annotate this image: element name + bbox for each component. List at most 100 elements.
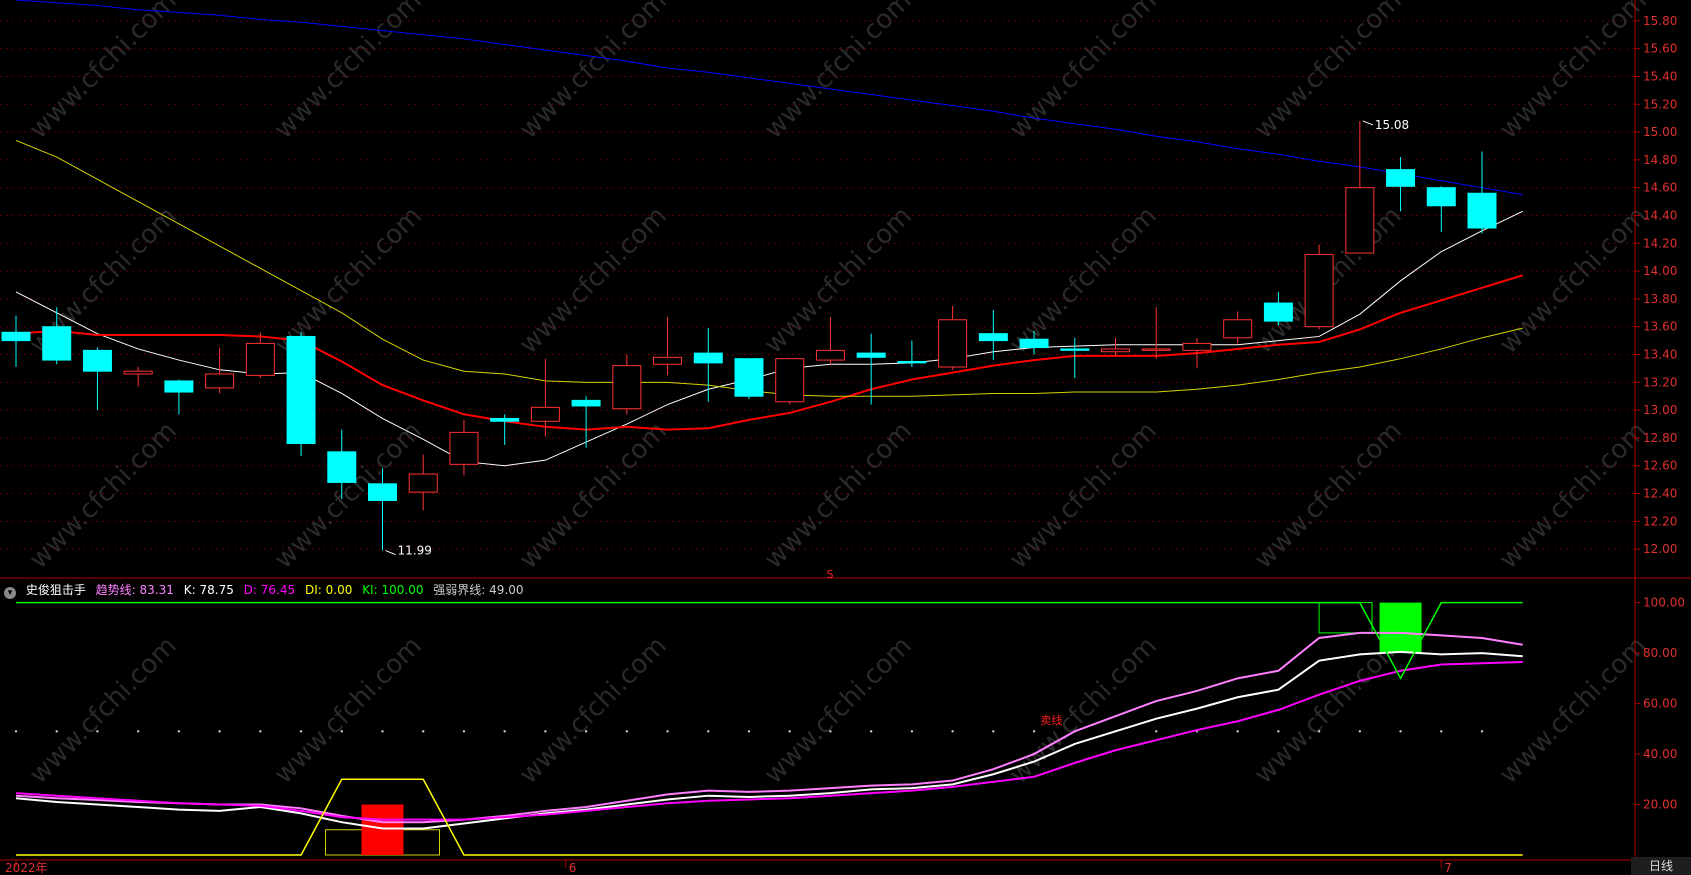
candle-body-down — [1386, 169, 1416, 187]
price-tick-label: 13.60 — [1643, 320, 1677, 334]
watermark-text: www.cfchi.com — [24, 416, 183, 575]
price-tick-label: 12.40 — [1643, 487, 1677, 501]
price-tick-label: 12.80 — [1643, 431, 1677, 445]
boundary-dot — [422, 730, 425, 733]
boundary-dot — [503, 730, 506, 733]
boundary-dot — [218, 730, 221, 733]
price-tick-label: 14.60 — [1643, 181, 1677, 195]
extreme-pointer — [385, 550, 396, 556]
price-tick-label: 13.80 — [1643, 292, 1677, 306]
candle-body-down — [42, 326, 72, 361]
candle-body-up — [1101, 348, 1130, 353]
candle — [653, 316, 683, 376]
candle — [815, 316, 845, 365]
boundary-dot — [1399, 730, 1402, 733]
candle — [490, 414, 520, 445]
watermark-text: www.cfchi.com — [24, 0, 183, 145]
candle-body-down — [1263, 302, 1293, 322]
candle — [938, 305, 968, 370]
watermark-text: www.cfchi.com — [1494, 416, 1653, 575]
candle-body-up — [775, 358, 805, 403]
boundary-dot — [910, 730, 914, 733]
candle — [82, 347, 112, 411]
candle — [1345, 120, 1375, 254]
indicator-line-4 — [16, 601, 1523, 680]
candle-body-up — [653, 356, 683, 365]
watermark-text: www.cfchi.com — [269, 631, 428, 790]
indicator-signal-bar — [1379, 602, 1422, 654]
indicator-name[interactable]: 史俊狙击手 — [26, 583, 86, 597]
candle — [286, 332, 316, 456]
x-tick-label: 2022年 — [5, 861, 48, 875]
candle-body-up — [1182, 342, 1212, 351]
watermark-text: www.cfchi.com — [1004, 631, 1163, 790]
watermark-text: www.cfchi.com — [1249, 416, 1408, 575]
candle-body-up — [1223, 319, 1253, 339]
watermark-text: www.cfchi.com — [759, 0, 918, 145]
watermark-text: www.cfchi.com — [1004, 0, 1163, 145]
period-label[interactable]: 日线 — [1631, 857, 1691, 875]
candle-body-down — [368, 483, 397, 501]
stock-chart: www.cfchi.com www.cfchi.com www.cfchi.com w… — [0, 0, 1691, 875]
candle — [1060, 337, 1090, 379]
extreme-price-label: 15.08 — [1375, 118, 1409, 132]
boundary-dot — [1277, 730, 1280, 733]
boundary-dot — [788, 730, 791, 733]
price-tick-label: 15.80 — [1643, 14, 1677, 28]
extreme-pointer — [1362, 120, 1374, 126]
candle — [571, 396, 601, 448]
watermark-text: www.cfchi.com — [514, 631, 673, 790]
candle-body-down — [693, 352, 723, 364]
price-tick-label: 14.80 — [1643, 153, 1677, 167]
boundary-value: 强弱界线: 49.00 — [433, 583, 524, 597]
candle-body-down — [897, 360, 927, 364]
indicator-grid — [14, 730, 1484, 733]
candle — [1101, 337, 1130, 356]
candle — [978, 310, 1008, 361]
candle — [693, 328, 723, 402]
watermark-text: www.cfchi.com — [24, 631, 183, 790]
watermark-text: www.cfchi.com — [1249, 631, 1408, 790]
candle-body-down — [1467, 192, 1497, 229]
candle — [897, 340, 927, 368]
indicator-tick-label: 40.00 — [1643, 747, 1677, 761]
candle — [449, 419, 479, 476]
x-tick-label: 6 — [569, 861, 577, 875]
boundary-dot — [666, 730, 669, 733]
boundary-dot — [544, 730, 547, 733]
candle-body-down — [164, 380, 194, 393]
boundary-dot — [136, 730, 140, 733]
boundary-dot — [177, 730, 181, 733]
watermark-text: www.cfchi.com — [759, 201, 918, 360]
boundary-dot — [584, 730, 588, 733]
indicator-tick-label: 20.00 — [1643, 798, 1677, 812]
candle-body-down — [286, 335, 316, 444]
indicator-outline-box — [1318, 602, 1373, 634]
collapse-icon[interactable]: ▾ — [4, 587, 16, 599]
candle — [1223, 311, 1253, 344]
candle-body-down — [1060, 348, 1090, 351]
indicator-signal-bar — [361, 804, 404, 855]
moving-average-lines — [15, 0, 1524, 467]
price-tick-label: 12.00 — [1643, 542, 1677, 556]
candle-body-down — [327, 451, 357, 483]
boundary-dot — [747, 730, 751, 733]
boundary-dot — [1155, 730, 1158, 733]
candle-body-up — [612, 365, 642, 410]
candle — [1141, 307, 1171, 359]
extreme-price-label: 11.99 — [398, 544, 432, 558]
candle-body-down — [856, 352, 886, 358]
indicator-info-bar: ▾ 史俊狙击手 趋势线: 83.31 K: 78.75 D: 76.45 DI:… — [0, 580, 1630, 600]
candle — [1263, 291, 1293, 326]
candle — [775, 358, 805, 405]
watermark-text: www.cfchi.com — [759, 416, 918, 575]
boundary-dot — [1236, 730, 1239, 733]
ki-value: KI: 100.00 — [362, 583, 424, 597]
boundary-dot — [1317, 730, 1321, 733]
indicator-tick-label: 80.00 — [1643, 646, 1677, 660]
candle-body-up — [1345, 187, 1375, 254]
candle-body-up — [408, 473, 438, 493]
boundary-dot — [1480, 730, 1484, 733]
candle-body-down — [490, 417, 520, 422]
boundary-dot — [992, 730, 995, 733]
